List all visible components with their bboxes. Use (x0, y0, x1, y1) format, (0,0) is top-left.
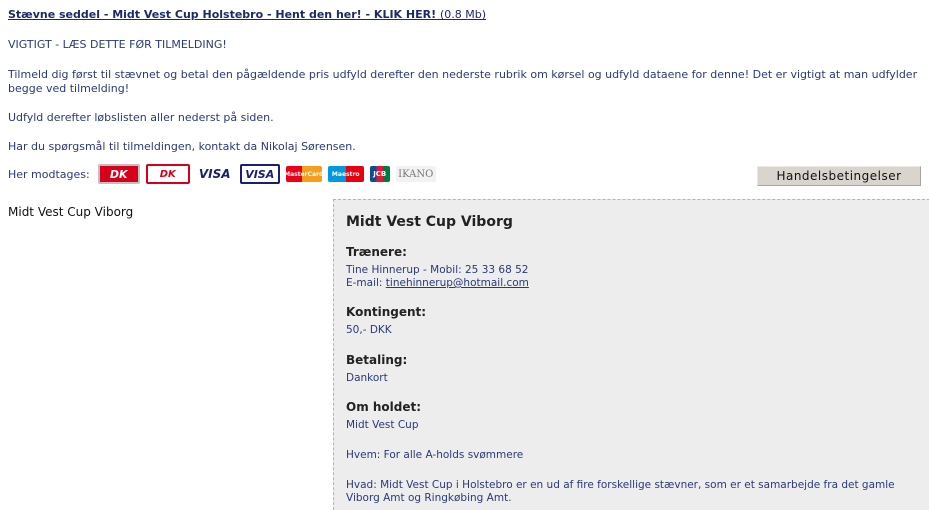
instructions-text: Tilmeld dig først til stævnet og betal d… (8, 68, 918, 95)
dankort-icon: DK (97, 164, 140, 184)
payment-methods: Her modtages: DK DK VISA VISA MasterCard… (8, 163, 436, 185)
important-notice: VIGTIGT - LÆS DETTE FØR TILMELDING! (8, 38, 227, 51)
payment-label: Her modtages: (8, 167, 90, 181)
mastercard-icon: MasterCard (284, 166, 323, 182)
trainers-email-row: E-mail: tinehinnerup@hotmail.com (346, 277, 916, 290)
team-heading: Om holdet: (346, 400, 422, 414)
runner-list-text: Udfyld derefter løbslisten aller nederst… (8, 111, 274, 124)
visa-electron-icon: VISA (239, 164, 280, 184)
what-text: Hvad: Midt Vest Cup i Holstebro er en ud… (346, 479, 895, 504)
dankort-outline-icon: DK (145, 164, 190, 184)
payment-heading: Betaling: (346, 353, 408, 367)
payment-value: Dankort (346, 372, 388, 384)
trainers-email-link[interactable]: tinehinnerup@hotmail.com (386, 277, 529, 289)
questions-text: Har du spørgsmål til tilmeldingen, konta… (8, 140, 356, 153)
panel-title: Midt Vest Cup Viborg (346, 214, 513, 230)
download-link-text[interactable]: Stævne seddel - Midt Vest Cup Holstebro … (8, 8, 436, 21)
team-name: Midt Vest Cup (346, 419, 419, 431)
download-entry-form-link[interactable]: Stævne seddel - Midt Vest Cup Holstebro … (8, 8, 486, 21)
visa-icon: VISA (198, 167, 231, 181)
fee-value: 50,- DKK (346, 324, 392, 336)
event-left-title: Midt Vest Cup Viborg (8, 205, 134, 219)
trainers-heading: Trænere: (346, 245, 407, 259)
terms-button[interactable]: Handelsbetingelser (757, 166, 921, 186)
trainers-contact: Tine Hinnerup - Mobil: 25 33 68 52 (346, 264, 529, 276)
maestro-icon: Maestro (327, 166, 364, 182)
ikano-icon: IKANO (395, 166, 436, 182)
trainers-info: Tine Hinnerup - Mobil: 25 33 68 52 E-mai… (346, 264, 916, 290)
jcb-icon: JCB (369, 166, 390, 182)
email-label: E-mail: (346, 277, 386, 289)
fee-heading: Kontingent: (346, 305, 427, 319)
event-info-panel: Midt Vest Cup Viborg Trænere: Tine Hinne… (333, 199, 929, 510)
file-size: (0.8 Mb) (439, 8, 486, 21)
who-text: Hvem: For alle A-holds svømmere (346, 449, 524, 461)
